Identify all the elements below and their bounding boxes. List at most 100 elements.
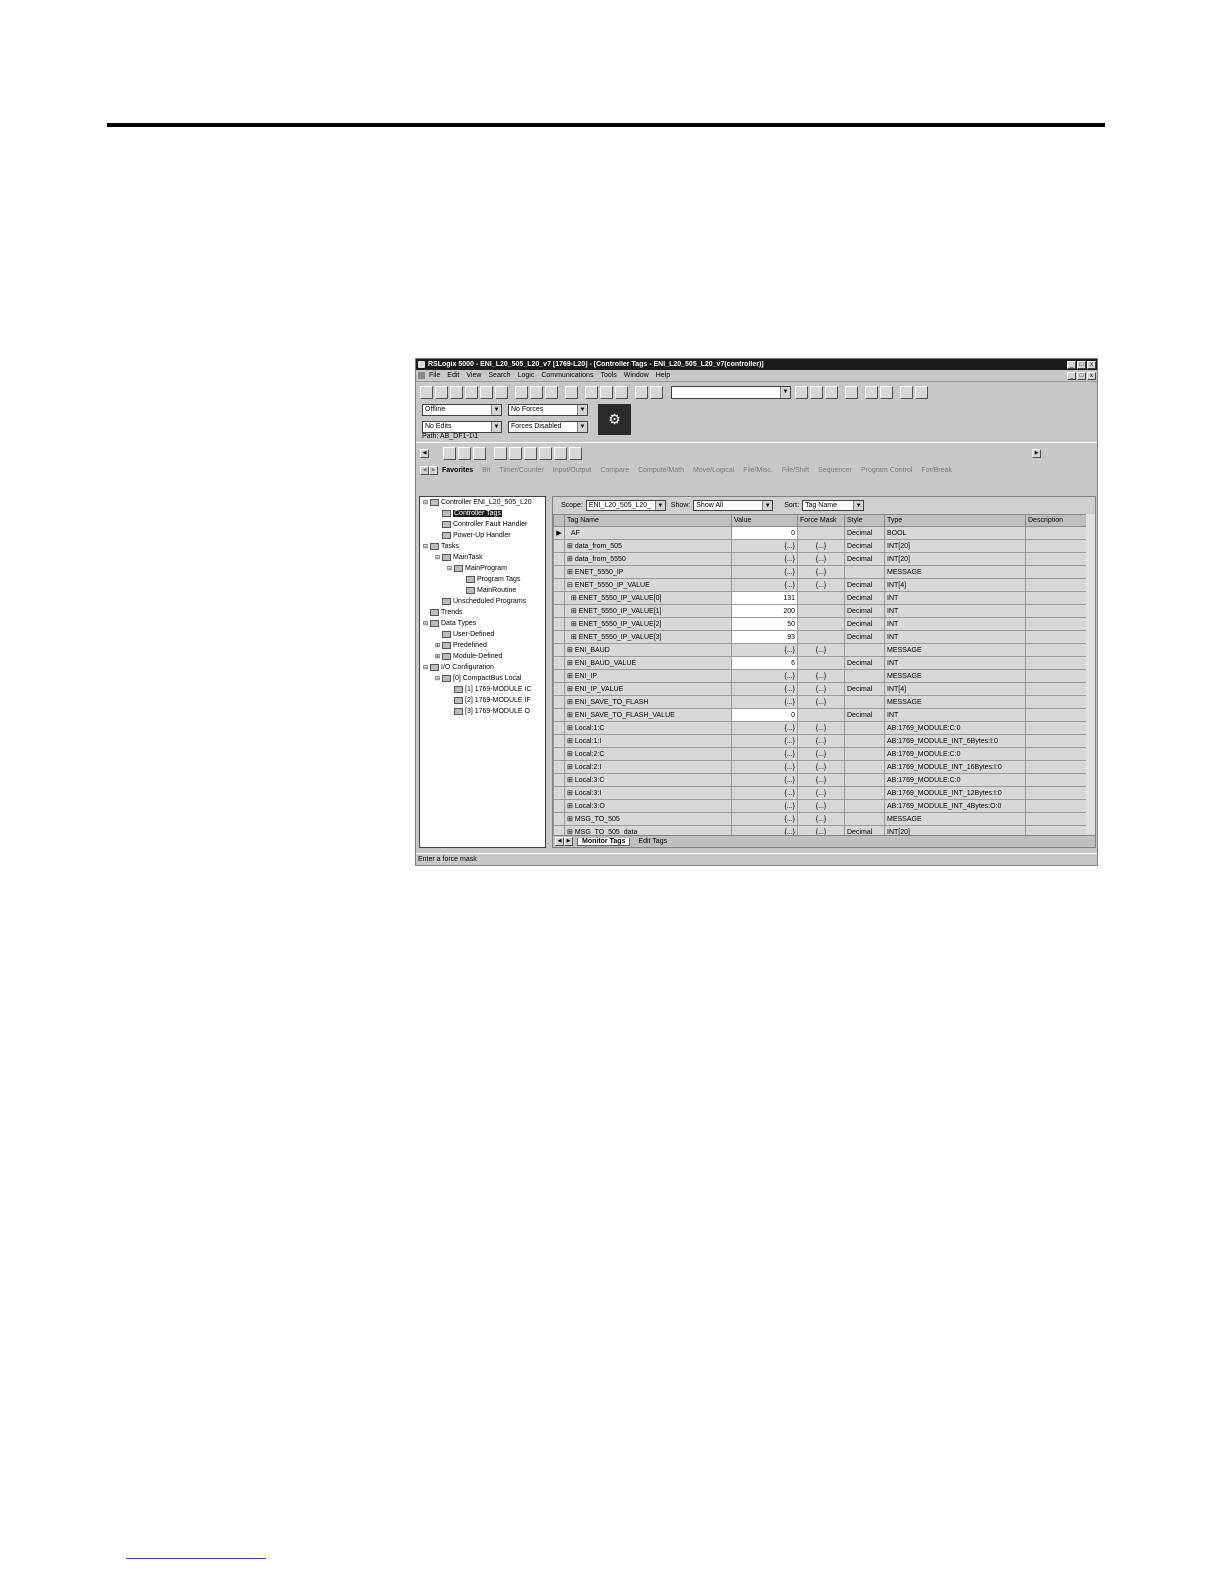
show-combo[interactable]: Show All ▼ <box>693 500 774 511</box>
table-row[interactable]: ⊞ ENI_IP_VALUE {...} {...} Decimal INT[4] <box>553 682 1088 696</box>
value-cell[interactable]: 93 <box>731 630 798 644</box>
style-cell[interactable] <box>844 799 885 813</box>
column-tag-name[interactable]: Tag Name <box>564 514 732 527</box>
style-cell[interactable] <box>844 812 885 826</box>
expand-icon[interactable]: ⊞ <box>567 686 575 693</box>
style-cell[interactable]: Decimal <box>844 656 885 670</box>
tag-name-cell[interactable]: ⊞ Local:1:I <box>564 734 732 748</box>
tree-item[interactable]: User-Defined <box>420 629 545 640</box>
description-cell[interactable] <box>1025 760 1088 774</box>
forces-combo[interactable]: No Forces ▼ <box>508 404 588 416</box>
force-mask-cell[interactable] <box>797 708 845 722</box>
properties-icon[interactable] <box>865 385 878 399</box>
description-cell[interactable] <box>1025 617 1088 631</box>
description-cell[interactable] <box>1025 630 1088 644</box>
description-cell[interactable] <box>1025 812 1088 826</box>
tree-item[interactable]: ⊞ Module-Defined <box>420 651 545 662</box>
tree-item[interactable]: MainRoutine <box>420 585 545 596</box>
table-row[interactable]: ⊞ data_from_505 {...} {...} Decimal INT[20] <box>553 539 1088 553</box>
tab-monitor-tags[interactable]: Monitor Tags <box>577 837 631 846</box>
tag-name-cell[interactable]: ⊞ ENI_BAUD <box>564 643 732 657</box>
force-mask-cell[interactable]: {...} <box>797 565 845 579</box>
otu-icon[interactable] <box>554 447 567 460</box>
type-cell[interactable]: AB:1769_MODULE:C:0 <box>884 721 1026 735</box>
tree-item[interactable]: Controller Fault Handler <box>420 519 545 530</box>
open-project-icon[interactable] <box>515 385 528 399</box>
tag-name-cell[interactable]: ⊞ data_from_505 <box>564 539 732 553</box>
description-cell[interactable] <box>1025 799 1088 813</box>
tag-name-cell[interactable]: ⊞ ENI_SAVE_TO_FLASH <box>564 695 732 709</box>
force-mask-cell[interactable]: {...} <box>797 734 845 748</box>
style-cell[interactable]: Decimal <box>844 552 885 566</box>
value-cell[interactable]: {...} <box>731 721 798 735</box>
row-header[interactable] <box>553 734 565 748</box>
tab-favorites[interactable]: Favorites <box>442 467 473 474</box>
row-header[interactable] <box>553 591 565 605</box>
row-header[interactable] <box>553 643 565 657</box>
sheet-scroll-right-icon[interactable]: ▶ <box>564 837 573 846</box>
style-cell[interactable] <box>844 565 885 579</box>
row-header[interactable] <box>553 721 565 735</box>
type-cell[interactable]: AB:1769_MODULE:C:0 <box>884 747 1026 761</box>
copy-disabled-icon[interactable] <box>600 385 613 399</box>
description-cell[interactable] <box>1025 539 1088 553</box>
menu-help[interactable]: Help <box>656 372 670 379</box>
save-icon[interactable] <box>545 385 558 399</box>
chevron-down-icon[interactable]: ▼ <box>762 501 773 510</box>
scope-combo[interactable]: ENI_L20_505_L20_ ▼ <box>585 500 666 511</box>
value-cell[interactable]: 0 <box>731 708 798 722</box>
row-header[interactable] <box>553 773 565 787</box>
tab-scroll-left-icon[interactable]: ◀ <box>420 466 429 475</box>
tab-input-output[interactable]: Input/Output <box>553 467 592 474</box>
tree-item[interactable]: [2] 1769-MODULE IF <box>420 695 545 706</box>
type-cell[interactable]: AB:1769_MODULE_INT_16Bytes:I:0 <box>884 760 1026 774</box>
force-mask-cell[interactable] <box>797 526 845 540</box>
description-cell[interactable] <box>1025 786 1088 800</box>
description-cell[interactable] <box>1025 604 1088 618</box>
cut-icon[interactable] <box>465 385 478 399</box>
style-cell[interactable]: Decimal <box>844 630 885 644</box>
force-mask-cell[interactable] <box>797 617 845 631</box>
type-cell[interactable]: MESSAGE <box>884 643 1026 657</box>
table-row[interactable]: ⊞ Local:2:I {...} {...} AB:1769_MODULE_INT_… <box>553 760 1088 774</box>
expand-icon[interactable]: ⊞ <box>567 621 579 628</box>
tree-item[interactable]: ⊟ I/O Configuration <box>420 662 545 673</box>
info-icon[interactable] <box>450 385 463 399</box>
tree-item[interactable]: ⊟ Controller ENI_L20_505_L20 <box>420 497 545 508</box>
style-cell[interactable] <box>844 760 885 774</box>
sheet-scroll-left-icon[interactable]: ◀ <box>555 837 564 846</box>
edits-combo[interactable]: No Edits ▼ <box>422 421 502 433</box>
column-value[interactable]: Value <box>731 514 798 527</box>
force-mask-cell[interactable]: {...} <box>797 747 845 761</box>
type-cell[interactable]: AB:1769_MODULE_INT_4Bytes:O:0 <box>884 799 1026 813</box>
tag-name-cell[interactable]: ⊞ Local:2:I <box>564 760 732 774</box>
chevron-down-icon[interactable]: ▼ <box>853 501 864 510</box>
style-cell[interactable]: Decimal <box>844 591 885 605</box>
table-row[interactable]: ⊞ Local:1:I {...} {...} AB:1769_MODULE_INT_… <box>553 734 1088 748</box>
search-combo[interactable]: ▼ <box>671 385 791 399</box>
expand-icon[interactable]: ⊞ <box>567 595 579 602</box>
row-header[interactable] <box>553 812 565 826</box>
expand-icon[interactable]: ⊞ <box>567 569 575 576</box>
expand-icon[interactable]: ⊞ <box>567 556 575 563</box>
expand-icon[interactable]: ⊞ <box>567 803 575 810</box>
row-header[interactable]: ▶ <box>553 526 565 540</box>
style-cell[interactable] <box>844 773 885 787</box>
paste-icon[interactable] <box>495 385 508 399</box>
table-row[interactable]: ⊞ Local:3:C {...} {...} AB:1769_MODULE:C:0 <box>553 773 1088 787</box>
description-cell[interactable] <box>1025 682 1088 696</box>
type-cell[interactable]: INT[20] <box>884 552 1026 566</box>
redo-icon[interactable] <box>650 385 663 399</box>
row-header[interactable] <box>553 682 565 696</box>
expand-icon[interactable]: ⊞ <box>567 712 575 719</box>
tab-sequencer[interactable]: Sequencer <box>818 467 852 474</box>
table-row[interactable]: ⊞ ENET_5550_IP {...} {...} MESSAGE <box>553 565 1088 579</box>
tag-name-cell[interactable]: ⊞ ENET_5550_IP_VALUE[3] <box>564 630 732 644</box>
paste-disabled-icon[interactable] <box>615 385 628 399</box>
row-header[interactable] <box>553 578 565 592</box>
force-mask-cell[interactable] <box>797 591 845 605</box>
table-row[interactable]: ⊞ ENI_SAVE_TO_FLASH_VALUE 0 Decimal INT <box>553 708 1088 722</box>
tab-file-shift[interactable]: File/Shift <box>782 467 809 474</box>
close-button[interactable]: x <box>1087 360 1096 369</box>
style-cell[interactable] <box>844 643 885 657</box>
